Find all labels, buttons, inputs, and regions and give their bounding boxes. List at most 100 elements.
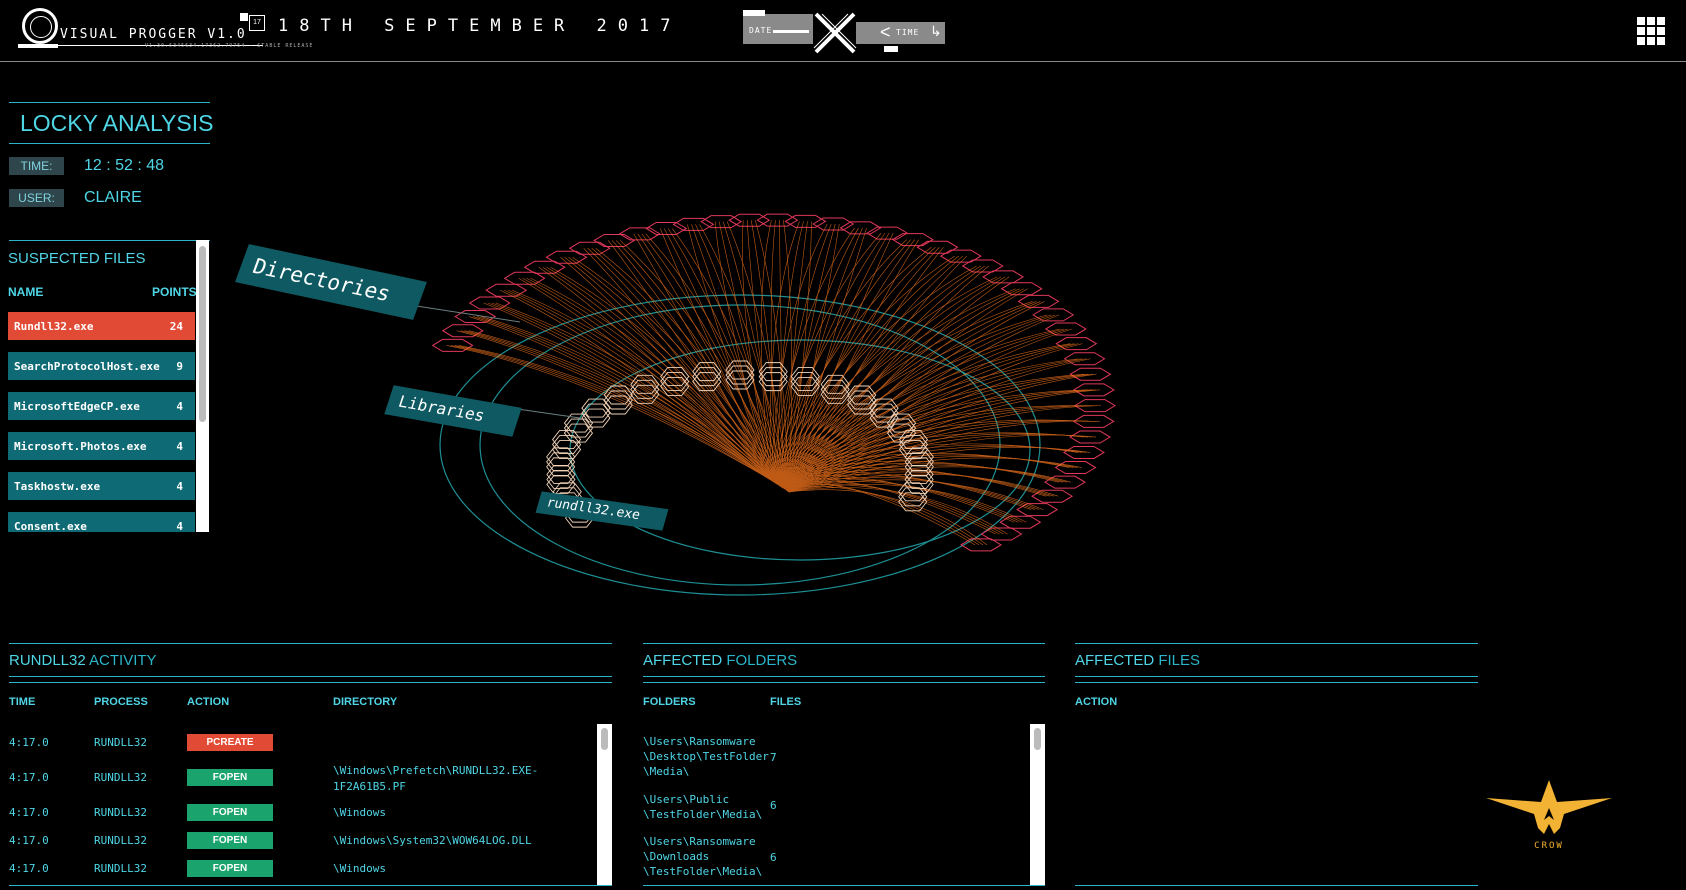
folder-path-line: \Users\Ransomware [643, 835, 756, 848]
file-points: 4 [176, 520, 183, 532]
version-badge: 17 [240, 13, 265, 31]
suspected-files-title: SUSPECTED FILES [8, 250, 146, 267]
directory-hexagon [618, 227, 661, 241]
action-badge: FOPEN [187, 860, 273, 877]
time-control[interactable]: < TIME ↳ [856, 22, 945, 52]
app-logo-icon [22, 8, 58, 44]
return-arrow-icon[interactable]: ↳ [930, 23, 942, 40]
activity-time: 4:17.0 [9, 862, 49, 875]
divider [1075, 885, 1478, 886]
activity-process: RUNDLL32 [94, 834, 147, 847]
header-date: 18TH SEPTEMBER 2017 [278, 16, 682, 36]
connection-line [782, 486, 984, 546]
file-row[interactable]: MicrosoftEdgeCP.exe 4 [8, 392, 195, 420]
folder-path-line: \Downloads [643, 850, 710, 863]
activity-directory: 1F2A61B5.PF [333, 780, 406, 793]
directory-hexagon [916, 240, 959, 254]
folders-title-main: AFFECTED [643, 652, 723, 669]
folder-path-line: \Users\Ransomware [643, 735, 756, 748]
activity-process: RUNDLL32 [94, 806, 147, 819]
col-points-header: POINTS [152, 285, 197, 299]
activity-directory: \Windows [333, 862, 386, 875]
folder-path[interactable]: \Users\Ransomware \Downloads \TestFolder… [643, 834, 762, 879]
graph-rings [439, 294, 1041, 596]
file-row[interactable]: Consent.exe 4 [8, 512, 195, 532]
folder-path-line: \Desktop\TestFolder [643, 750, 769, 763]
file-points: 4 [176, 480, 183, 493]
page-title: LOCKY ANALYSIS [20, 110, 214, 136]
folder-file-count: 6 [770, 799, 777, 812]
col-directory-header: DIRECTORY [333, 696, 398, 708]
divider [643, 676, 1045, 677]
folder-path-line: \Media\ [643, 765, 690, 778]
suspected-files-scroll-thumb[interactable] [199, 246, 206, 422]
folder-path[interactable]: \Users\Ransomware \Desktop\TestFolder \M… [643, 734, 769, 779]
process-graph-visualization[interactable] [220, 190, 1250, 630]
version-badge-dot [240, 13, 248, 21]
version-badge-number: 17 [249, 15, 265, 31]
connection-line [591, 248, 784, 489]
activity-process: RUNDLL32 [94, 862, 147, 875]
file-name: Taskhostw.exe [14, 480, 101, 493]
activity-time: 4:17.0 [9, 771, 49, 784]
activity-process: RUNDLL32 [94, 736, 147, 749]
activity-time: 4:17.0 [9, 806, 49, 819]
suspected-files-panel: SUSPECTED FILES NAME POINTS Rundll32.exe… [8, 240, 210, 532]
directory-hexagon [999, 515, 1042, 529]
file-points: 24 [169, 320, 183, 333]
directory-hexagon [568, 241, 611, 255]
folder-file-count: 7 [770, 751, 777, 764]
time-label: TIME: [9, 157, 64, 175]
activity-title: RUNDLL32 ACTIVITY [9, 652, 157, 669]
directory-hexagon [1031, 489, 1074, 503]
top-bar: VISUAL PROGGER V1.0 V1.30.6345634.17362.… [0, 0, 1686, 62]
logo-bar [18, 44, 58, 48]
apps-grid-icon[interactable] [1637, 17, 1665, 45]
action-badge: FOPEN [187, 832, 273, 849]
directory-hexagon [891, 233, 934, 247]
directory-hexagon [784, 214, 827, 228]
col-action-header: ACTION [1075, 696, 1118, 708]
activity-directory: \Windows [333, 806, 386, 819]
connection-line [788, 487, 1008, 535]
file-row[interactable]: Microsoft.Photos.exe 4 [8, 432, 195, 460]
crow-logo-icon: CROW [1486, 780, 1612, 850]
folder-path[interactable]: \Users\Public \TestFolder\Media\ [643, 792, 762, 822]
file-row[interactable]: SearchProtocolHost.exe 9 [8, 352, 195, 380]
file-name: Consent.exe [14, 520, 87, 532]
chevron-left-icon[interactable]: < [880, 23, 891, 41]
col-action-header: ACTION [187, 696, 230, 708]
date-control-tab [743, 10, 765, 16]
directory-hexagon [1044, 322, 1087, 336]
col-folders-header: FOLDERS [643, 696, 696, 708]
app-subtitle: V1.30.6345634.17362.79754 - STABLE RELEA… [145, 43, 314, 49]
folders-title: AFFECTED FOLDERS [643, 652, 797, 669]
crow-logo-text: CROW [1534, 841, 1564, 850]
activity-process: RUNDLL32 [94, 771, 147, 784]
directory-hexagon [700, 215, 743, 229]
directory-hexagon [1032, 308, 1075, 322]
user-label: USER: [9, 189, 64, 207]
files-title-rest: FILES [1158, 652, 1201, 669]
close-icon[interactable] [812, 10, 858, 56]
file-name: MicrosoftEdgeCP.exe [14, 400, 140, 413]
divider [9, 143, 210, 144]
date-slider-track[interactable] [773, 30, 809, 33]
directory-hexagon [593, 233, 636, 247]
divider [9, 102, 210, 103]
file-name: Microsoft.Photos.exe [14, 440, 147, 453]
activity-time: 4:17.0 [9, 834, 49, 847]
divider [643, 643, 1045, 644]
file-points: 9 [176, 360, 183, 373]
directory-hexagon [1054, 461, 1097, 475]
divider [9, 676, 612, 677]
file-row[interactable]: Rundll32.exe 24 [8, 312, 195, 340]
graph-ring [439, 294, 1041, 596]
date-control[interactable]: DATE [743, 10, 813, 44]
folders-scroll-thumb[interactable] [1034, 728, 1041, 750]
directory-hexagon [866, 226, 909, 240]
file-row[interactable]: Taskhostw.exe 4 [8, 472, 195, 500]
activity-scroll-thumb[interactable] [601, 728, 608, 750]
app-title: VISUAL PROGGER V1.0 [60, 27, 247, 42]
file-points: 4 [176, 440, 183, 453]
